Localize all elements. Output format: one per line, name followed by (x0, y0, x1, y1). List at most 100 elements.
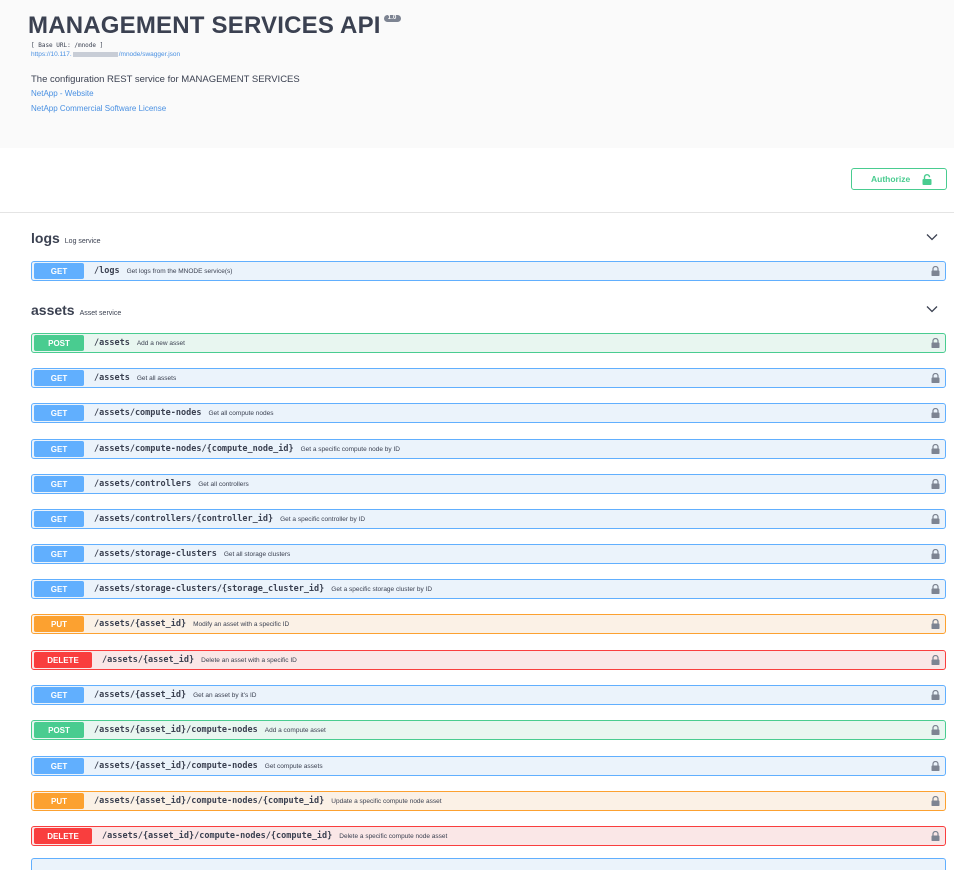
lock-icon[interactable] (931, 408, 940, 418)
operation-path: /assets/compute-nodes (94, 408, 202, 418)
method-badge: GET (34, 511, 84, 527)
operation-summary: Delete a specific compute node asset (339, 832, 448, 840)
authorize-label: Authorize (871, 174, 911, 184)
lock-icon[interactable] (931, 655, 940, 665)
operation-path: /assets (94, 338, 130, 348)
lock-icon[interactable] (931, 479, 940, 489)
operation-summary: Get a specific storage cluster by ID (331, 585, 433, 593)
method-badge: GET (34, 441, 84, 457)
chevron-down-icon[interactable] (926, 233, 938, 241)
operation-row[interactable]: POST /assets/{asset_id}/compute-nodes Ad… (31, 720, 946, 740)
operation-path: /assets/controllers (94, 479, 192, 489)
method-badge: GET (34, 758, 84, 774)
lock-icon[interactable] (931, 619, 940, 629)
method-badge: GET (34, 581, 84, 597)
lock-icon[interactable] (931, 373, 940, 383)
operation-path: /assets/{asset_id} (94, 690, 187, 700)
operation-row[interactable]: DELETE /assets/{asset_id}/compute-nodes/… (31, 826, 946, 846)
api-description: The configuration REST service for MANAG… (31, 74, 300, 85)
operation-row[interactable]: GET /assets/{asset_id}/compute-nodes Get… (31, 756, 946, 776)
operation-path: /assets/{asset_id}/compute-nodes/{comput… (102, 831, 333, 841)
operation-summary: Get all storage clusters (223, 550, 291, 558)
api-info-section: MANAGEMENT SERVICES API 1.0 [ Base URL: /… (0, 0, 954, 148)
method-badge: DELETE (34, 828, 92, 844)
method-badge: GET (34, 476, 84, 492)
operation-row[interactable]: GET /assets/storage-clusters Get all sto… (31, 544, 946, 564)
lock-icon[interactable] (931, 584, 940, 594)
operation-summary: Get logs from the MNODE service(s) (126, 267, 233, 275)
operation-row[interactable]: DELETE /assets/{asset_id} Delete an asse… (31, 650, 946, 670)
lock-icon[interactable] (931, 444, 940, 454)
operation-summary: Get a specific compute node by ID (300, 445, 400, 453)
lock-icon[interactable] (931, 514, 940, 524)
method-badge: GET (34, 687, 84, 703)
license-link[interactable]: NetApp Commercial Software License (31, 104, 166, 113)
spec-url-start: https://10.117. (31, 51, 72, 58)
tag-logs[interactable]: logs Log service (31, 230, 946, 252)
operation-path: /assets/compute-nodes/{compute_node_id} (94, 444, 294, 454)
authorize-button[interactable]: Authorize (851, 168, 947, 190)
tag-description: Log service (64, 238, 101, 245)
operation-summary: Add a compute asset (264, 726, 326, 734)
lock-icon[interactable] (931, 725, 940, 735)
operation-row[interactable]: GET /assets/{asset_id} Get an asset by i… (31, 685, 946, 705)
method-badge: POST (34, 722, 84, 738)
tag-name: logs (31, 230, 60, 246)
operation-row[interactable]: GET /logs Get logs from the MNODE servic… (31, 261, 946, 281)
method-badge: GET (34, 370, 84, 386)
lock-icon[interactable] (931, 549, 940, 559)
method-badge: GET (34, 405, 84, 421)
api-title-text: MANAGEMENT SERVICES API (28, 12, 381, 39)
operation-summary: Get all compute nodes (208, 409, 274, 417)
operation-summary: Modify an asset with a specific ID (193, 620, 290, 628)
operation-path: /assets/controllers/{controller_id} (94, 514, 274, 524)
base-url: [ Base URL: /mnode ] (31, 42, 104, 49)
operation-path: /assets/{asset_id} (102, 655, 195, 665)
lock-icon[interactable] (931, 266, 940, 276)
lock-icon[interactable] (931, 761, 940, 771)
operation-path: /assets/{asset_id}/compute-nodes/{comput… (94, 796, 325, 806)
operation-row[interactable]: GET /assets/controllers/{controller_id} … (31, 509, 946, 529)
method-badge: GET (34, 546, 84, 562)
operation-row[interactable]: PUT /assets/{asset_id} Modify an asset w… (31, 614, 946, 634)
lock-icon[interactable] (931, 690, 940, 700)
operation-path: /assets/{asset_id} (94, 619, 187, 629)
spec-url-link[interactable]: https://10.117. /mnode/swagger.json (31, 51, 180, 58)
operation-row[interactable]: GET /assets Get all assets (31, 368, 946, 388)
operation-summary: Add a new asset (136, 339, 185, 347)
operation-row[interactable]: PUT /assets/{asset_id}/compute-nodes/{co… (31, 791, 946, 811)
operation-row[interactable]: POST /assets Add a new asset (31, 333, 946, 353)
operation-summary: Get a specific controller by ID (280, 515, 366, 523)
api-title: MANAGEMENT SERVICES API 1.0 (28, 12, 401, 40)
lock-icon[interactable] (931, 796, 940, 806)
operation-row[interactable]: GET /assets/compute-nodes/{compute_node_… (31, 439, 946, 459)
lock-icon[interactable] (931, 831, 940, 841)
tag-description: Asset service (79, 310, 122, 317)
method-badge: DELETE (34, 652, 92, 668)
operation-path: /assets/{asset_id}/compute-nodes (94, 725, 258, 735)
operation-row[interactable]: GET /assets/controllers Get all controll… (31, 474, 946, 494)
spec-url-end: /mnode/swagger.json (118, 51, 181, 58)
lock-icon[interactable] (931, 338, 940, 348)
tag-name: assets (31, 302, 75, 318)
operation-summary: Get an asset by it's ID (193, 691, 257, 699)
operation-path: /assets/storage-clusters/{storage_cluste… (94, 584, 325, 594)
operation-row-partial[interactable] (31, 858, 946, 870)
operation-row[interactable]: GET /assets/compute-nodes Get all comput… (31, 403, 946, 423)
chevron-down-icon[interactable] (926, 305, 938, 313)
operation-row[interactable]: GET /assets/storage-clusters/{storage_cl… (31, 579, 946, 599)
operation-path: /assets (94, 373, 130, 383)
unlocked-icon (922, 173, 932, 185)
operation-summary: Get all controllers (198, 480, 249, 488)
operation-path: /assets/storage-clusters (94, 549, 217, 559)
tag-assets[interactable]: assets Asset service (31, 302, 946, 324)
method-badge: PUT (34, 616, 84, 632)
operation-path: /logs (94, 266, 120, 276)
version-badge: 1.0 (383, 15, 401, 22)
method-badge: POST (34, 335, 84, 351)
scheme-container (0, 148, 954, 213)
website-link[interactable]: NetApp - Website (31, 89, 94, 98)
method-badge: PUT (34, 793, 84, 809)
operation-summary: Update a specific compute node asset (331, 797, 442, 805)
operation-summary: Delete an asset with a specific ID (201, 656, 297, 664)
